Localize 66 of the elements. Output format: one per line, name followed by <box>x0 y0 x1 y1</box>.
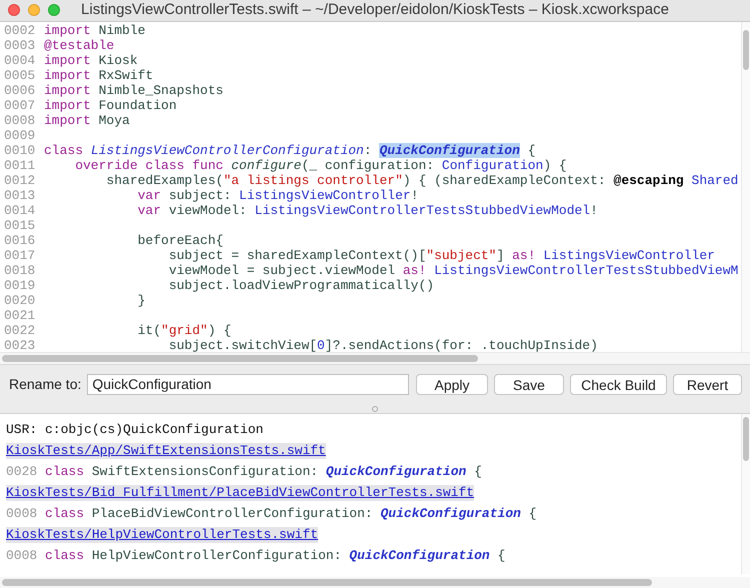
line-number: 0015 <box>3 218 36 233</box>
code-text: it("grid") { <box>136 323 232 338</box>
line-number: 0008 <box>6 548 38 564</box>
zoom-button[interactable] <box>48 4 60 16</box>
file-link[interactable]: KioskTests/App/SwiftExtensionsTests.swift <box>6 443 326 459</box>
toolbar-button[interactable]: Apply <box>416 374 488 395</box>
line-number: 0022 <box>3 323 36 338</box>
file-link[interactable]: KioskTests/Bid Fulfillment/PlaceBidViewControllerTests.swift <box>6 485 474 501</box>
line-number: 0014 <box>3 203 36 218</box>
line-number: 0005 <box>3 68 36 83</box>
line-number: 0008 <box>3 113 36 128</box>
code-text: sharedExamples("a listings controller") { (sharedExampleContext: @escaping Shared <box>105 173 738 188</box>
code-text: class PlaceBidViewControllerConfiguration: QuickConfiguration { <box>45 506 537 522</box>
code-text: var subject: ListingsViewController! <box>136 188 418 203</box>
splitter-handle[interactable] <box>372 406 378 412</box>
code-text: class ListingsViewControllerConfiguration: QuickConfiguration { <box>44 143 536 158</box>
file-link[interactable]: KioskTests/HelpViewControllerTests.swift <box>6 527 318 543</box>
rename-label: Rename to: <box>9 375 82 394</box>
line-number: 0003 <box>3 38 36 53</box>
line-number: 0011 <box>3 158 36 173</box>
code-text: @testable <box>44 38 114 53</box>
code-text: class SwiftExtensionsConfiguration: QuickConfiguration { <box>45 464 482 480</box>
horizontal-scrollbar[interactable] <box>0 577 750 588</box>
code-text: var viewModel: ListingsViewControllerTestsStubbedViewModel! <box>136 203 598 218</box>
toolbar-button[interactable]: Check Build <box>570 374 667 395</box>
code-text: subject = sharedExampleContext()["subject"] as! ListingsViewController <box>168 248 715 263</box>
code-text: viewModel = subject.viewModel as! ListingsViewControllerTestsStubbedViewM <box>168 263 738 278</box>
code-text: } <box>136 293 146 308</box>
line-number: 0004 <box>3 53 36 68</box>
line-number: 0019 <box>3 278 36 293</box>
window-title: ListingsViewControllerTests.swift – ~/Developer/eidolon/KioskTests – Kiosk.xcworkspace <box>81 0 669 20</box>
toolbar-button[interactable]: Revert <box>673 374 742 395</box>
close-button[interactable] <box>8 4 20 16</box>
line-number: 0017 <box>3 248 36 263</box>
rename-field[interactable]: QuickConfiguration <box>87 374 409 395</box>
minimize-button[interactable] <box>28 4 40 16</box>
code-text: import Kiosk <box>44 53 138 68</box>
line-number: 0013 <box>3 188 36 203</box>
line-number: 0010 <box>3 143 36 158</box>
line-number: 0012 <box>3 173 36 188</box>
vertical-scrollbar[interactable] <box>741 414 750 574</box>
code-text: import RxSwift <box>44 68 154 83</box>
line-number: 0021 <box>3 308 36 323</box>
line-number: 0002 <box>3 23 36 38</box>
line-number: 0028 <box>6 464 38 480</box>
line-number: 0006 <box>3 83 36 98</box>
line-number: 0009 <box>3 128 36 143</box>
code-text: import Foundation <box>44 98 177 113</box>
line-number: 0007 <box>3 98 36 113</box>
toolbar-button[interactable]: Save <box>494 374 564 395</box>
code-text: import Nimble_Snapshots <box>44 83 224 98</box>
usr-text: USR: c:objc(cs)QuickConfiguration <box>6 422 264 438</box>
vertical-scrollbar[interactable] <box>741 22 750 352</box>
horizontal-scrollbar[interactable] <box>0 352 750 364</box>
code-text: override class func configure(_ configuration: Configuration) { <box>74 158 567 173</box>
code-text: subject.loadViewProgrammatically() <box>168 278 434 293</box>
code-text: import Nimble <box>44 23 146 38</box>
line-number: 0016 <box>3 233 36 248</box>
line-number: 0023 <box>3 338 36 352</box>
code-text: subject.switchView[0]?.sendActions(for: .touchUpInside) <box>168 338 598 352</box>
line-number: 0018 <box>3 263 36 278</box>
line-number: 0020 <box>3 293 36 308</box>
code-text: beforeEach{ <box>136 233 224 248</box>
code-text: import Moya <box>44 113 130 128</box>
line-number: 0008 <box>6 506 38 522</box>
code-text: class HelpViewControllerConfiguration: QuickConfiguration { <box>45 548 506 564</box>
